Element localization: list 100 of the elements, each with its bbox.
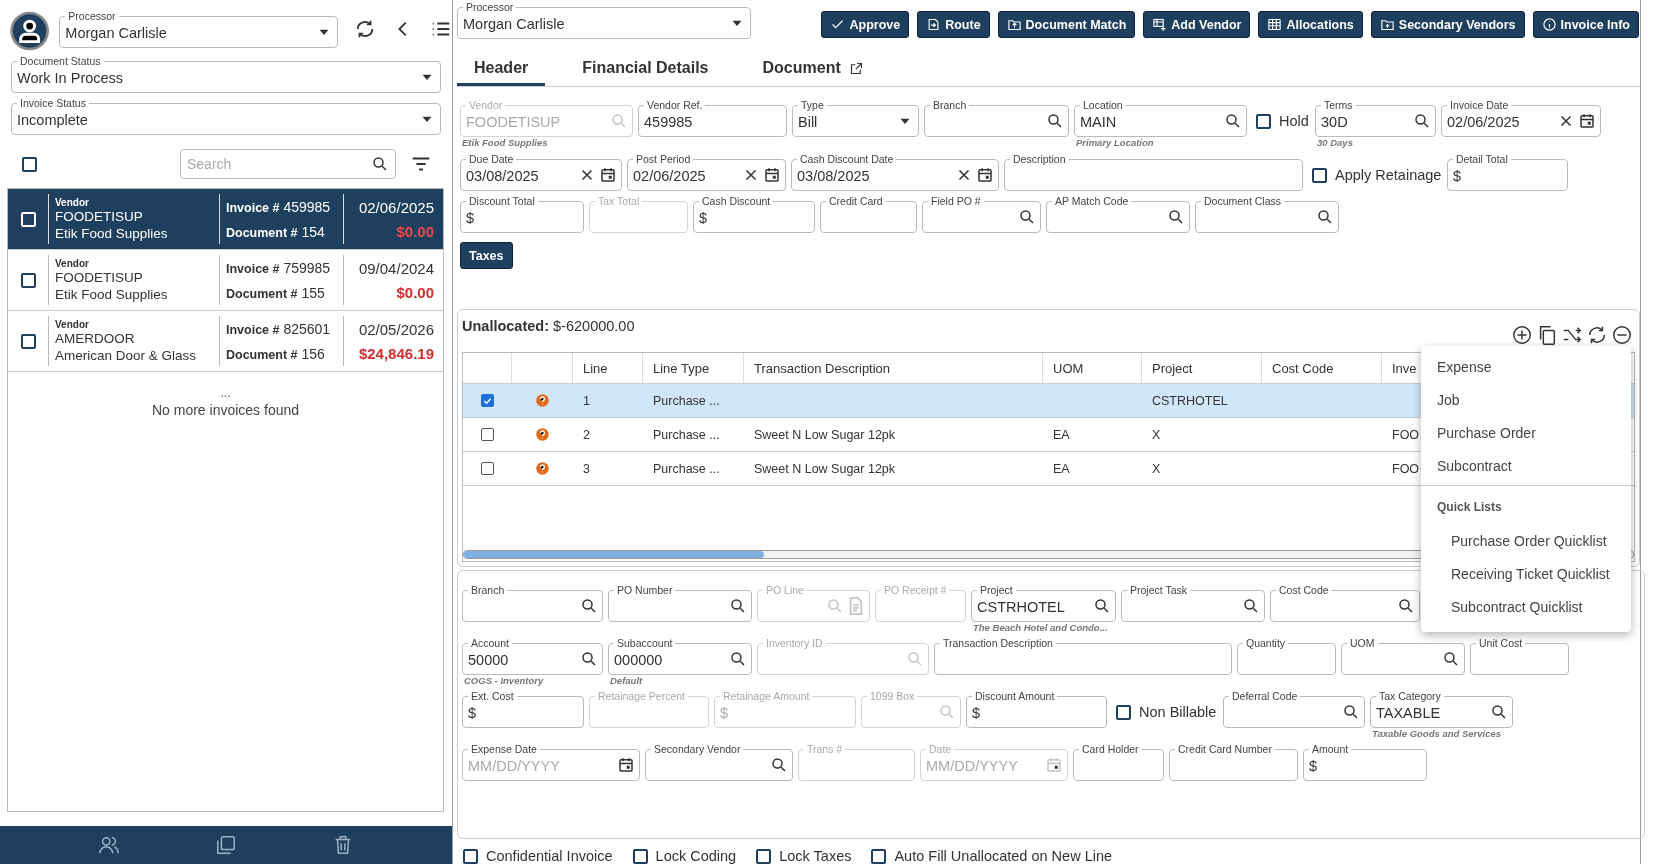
checkbox[interactable] <box>481 462 494 475</box>
menu-item[interactable]: Purchase Order Quicklist <box>1421 524 1631 557</box>
lookup-field[interactable]: Secondary Vendor <box>645 742 793 781</box>
table-cell: EA <box>1053 461 1070 476</box>
input-field[interactable]: Quantity <box>1237 636 1336 675</box>
table-cell: CSTRHOTEL <box>1152 393 1228 408</box>
lookup-field[interactable]: AP Match Code <box>1046 194 1190 233</box>
minus-circle-icon[interactable] <box>1611 324 1633 346</box>
checkbox[interactable] <box>481 394 494 407</box>
field-hint: Default <box>609 675 644 687</box>
table-cell: Sweet N Low Sugar 12pk <box>754 427 896 442</box>
input-field[interactable]: Discount Total $ <box>460 194 584 233</box>
lookup-field[interactable]: Subaccount 000000 <box>608 636 752 675</box>
column-header[interactable]: Inve <box>1392 360 1417 376</box>
input-field[interactable]: Ext. Cost $ <box>462 689 584 728</box>
input-field[interactable]: Discount Amount $ <box>966 689 1107 728</box>
date-field[interactable]: Expense Date MM/DD/YYYY <box>462 742 640 781</box>
lookup-field[interactable]: Branch <box>924 98 1069 137</box>
lookup-field[interactable]: UOM <box>1341 636 1465 675</box>
action-button[interactable]: Invoice Info <box>1532 11 1639 38</box>
copies-icon[interactable] <box>215 834 237 856</box>
menu-item[interactable]: Expense <box>1421 350 1631 383</box>
menu-item[interactable]: Subcontract Quicklist <box>1421 590 1631 623</box>
input-field[interactable]: Card Holder <box>1073 742 1164 781</box>
date-field[interactable]: Invoice Date 02/06/2025 <box>1441 98 1601 137</box>
column-header[interactable]: Line Type <box>653 360 710 376</box>
menu-item[interactable]: Subcontract <box>1421 449 1631 482</box>
lookup-field[interactable]: Field PO # <box>922 194 1041 233</box>
vendor-label: Vendor <box>55 318 90 330</box>
lookup-field[interactable]: Project Task <box>1121 583 1265 622</box>
column-header[interactable]: Cost Code <box>1272 360 1334 376</box>
search-icon <box>1490 703 1508 721</box>
action-button[interactable]: Approve <box>821 11 910 38</box>
taxes-button[interactable]: Taxes <box>460 242 513 269</box>
input-field[interactable]: Unit Cost <box>1470 636 1569 675</box>
dropdown-field[interactable]: Type Bill <box>792 98 919 137</box>
checkbox[interactable] <box>871 848 887 864</box>
lookup-field[interactable]: Terms 30D <box>1315 98 1436 137</box>
lookup-field[interactable]: Document Class <box>1195 194 1339 233</box>
question-icon[interactable] <box>535 393 550 408</box>
checkbox[interactable] <box>1312 167 1327 183</box>
field-hint: Primary Location <box>1075 137 1155 149</box>
checkbox-label: Hold <box>1279 113 1309 129</box>
lookup-field[interactable]: Branch <box>462 583 603 622</box>
input-field[interactable]: Credit Card <box>820 194 917 233</box>
date-field[interactable]: Post Period 02/06/2025 <box>627 152 786 191</box>
question-icon[interactable] <box>535 427 550 442</box>
refresh-icon[interactable] <box>1586 324 1608 346</box>
question-icon[interactable] <box>535 461 550 476</box>
people-icon[interactable] <box>97 834 120 856</box>
checkbox[interactable] <box>481 428 494 441</box>
plus-circle-icon[interactable] <box>1511 324 1533 346</box>
checkbox[interactable] <box>756 848 772 864</box>
lookup-field[interactable]: Cost Code <box>1270 583 1420 622</box>
date-field[interactable]: Cash Discount Date 03/08/2025 <box>791 152 999 191</box>
lookup-field[interactable]: PO Number <box>608 583 752 622</box>
action-button[interactable]: Add Vendor <box>1143 11 1251 38</box>
invoice-date: 02/05/2026 <box>358 320 434 338</box>
lookup-field[interactable]: Project CSTRHOTEL <box>971 583 1116 622</box>
input-field[interactable]: Cash Discount $ <box>693 194 815 233</box>
column-header[interactable]: Project <box>1152 360 1193 376</box>
menu-item[interactable]: Purchase Order <box>1421 416 1631 449</box>
checkbox[interactable] <box>463 848 478 864</box>
input-field[interactable]: Transaction Description <box>934 636 1232 675</box>
dropdown-field[interactable]: Invoice Status Incomplete <box>11 96 441 135</box>
checkbox[interactable] <box>22 156 37 172</box>
checkbox[interactable] <box>1116 704 1131 720</box>
column-header[interactable]: UOM <box>1053 360 1084 376</box>
calendar-icon <box>1578 112 1596 130</box>
checkbox[interactable] <box>632 848 648 864</box>
dropdown-field[interactable]: Document Status Work In Process <box>11 54 441 93</box>
date-field[interactable]: Due Date 03/08/2025 <box>460 152 622 191</box>
input-field[interactable]: Amount $ <box>1303 742 1427 781</box>
tab[interactable]: Document <box>745 53 881 86</box>
menu-item[interactable]: Job <box>1421 383 1631 416</box>
lookup-field[interactable]: Deferral Code <box>1223 689 1365 728</box>
input-field[interactable]: Detail Total $ <box>1447 152 1568 191</box>
menu-item[interactable]: Receiving Ticket Quicklist <box>1421 557 1631 590</box>
lookup-field[interactable]: Tax Category TAXABLE <box>1370 689 1513 728</box>
input-field[interactable]: Vendor Ref. 459985 <box>638 98 787 137</box>
tab[interactable]: Header <box>457 53 546 86</box>
checkbox[interactable] <box>1256 113 1271 129</box>
invoice-row[interactable]: Vendor FOODETISUP Etik Food Supplies Invoice # 459985 Document # 154 02/06/2025 $0.00 <box>8 189 443 250</box>
end-of-list-text: No more invoices found <box>151 402 300 418</box>
dropdown-field[interactable]: Processor Morgan Carlisle <box>457 0 751 39</box>
tab[interactable]: Financial Details <box>565 53 726 86</box>
action-button[interactable]: Secondary Vendors <box>1370 11 1525 38</box>
action-button[interactable]: Document Match <box>997 11 1136 38</box>
checkbox[interactable] <box>20 333 36 349</box>
input-field[interactable]: Description <box>1004 152 1303 191</box>
calendar-icon <box>617 756 635 774</box>
dropdown-field[interactable]: Processor Morgan Carlisle <box>59 9 338 48</box>
action-button[interactable]: Allocations <box>1258 11 1363 38</box>
input-field[interactable]: Credit Card Number <box>1169 742 1298 781</box>
lookup-field[interactable]: Account 50000 <box>462 636 603 675</box>
column-header[interactable]: Line <box>583 360 608 376</box>
action-button[interactable]: Route <box>917 11 990 38</box>
column-header[interactable]: Transaction Description <box>754 360 891 376</box>
lookup-field[interactable]: Location MAIN <box>1074 98 1247 137</box>
checkbox[interactable] <box>20 272 36 288</box>
